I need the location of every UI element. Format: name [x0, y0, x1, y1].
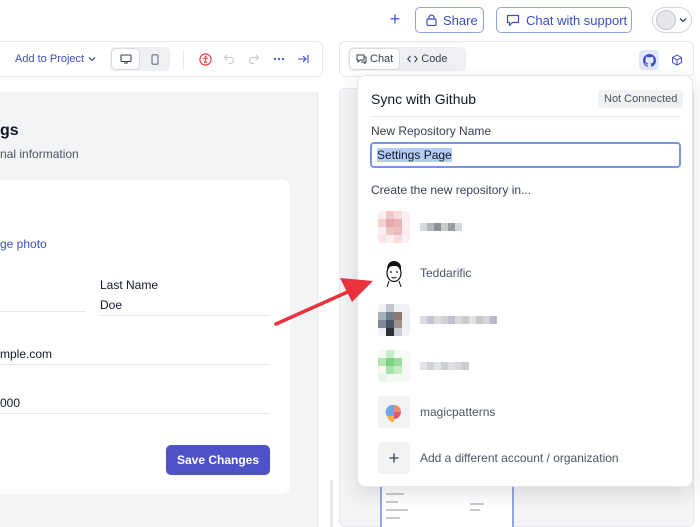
- account-avatar-redacted: [378, 211, 410, 243]
- repo-name-value: Settings Page: [377, 148, 452, 162]
- preview-thumbnail: [380, 487, 514, 527]
- editor-toolbar: Chat Code: [339, 41, 694, 77]
- account-option-redacted[interactable]: [378, 348, 678, 384]
- tab-code-label: Code: [421, 53, 448, 65]
- chat-with-support-button[interactable]: Chat with support: [496, 7, 632, 33]
- account-option-redacted[interactable]: [378, 302, 678, 338]
- chevron-down-icon: [88, 57, 96, 62]
- teddarific-avatar: [378, 257, 410, 289]
- mode-toggle: Chat Code: [348, 47, 466, 71]
- phone-value: 000: [0, 396, 21, 410]
- first-name-field[interactable]: [0, 290, 86, 312]
- user-menu-button[interactable]: [652, 7, 692, 33]
- plus-icon[interactable]: +: [386, 10, 404, 30]
- magicpatterns-logo: [378, 396, 410, 428]
- avatar: [656, 10, 676, 30]
- plus-icon: [378, 442, 410, 474]
- last-name-field[interactable]: Doe: [100, 294, 270, 316]
- add-account-button[interactable]: Add a different account / organization: [378, 440, 678, 476]
- email-value: mple.com: [0, 347, 53, 361]
- redacted-account-name: [420, 362, 469, 370]
- account-avatar-redacted: [378, 304, 410, 336]
- redacted-account-name: [420, 316, 497, 324]
- support-label: Chat with support: [526, 12, 628, 28]
- add-account-label: Add a different account / organization: [420, 451, 619, 465]
- save-changes-button[interactable]: Save Changes: [166, 445, 270, 475]
- change-photo-link[interactable]: ge photo: [0, 237, 47, 251]
- phone-field[interactable]: 000: [0, 392, 270, 414]
- tab-code[interactable]: Code: [401, 49, 453, 69]
- account-name: magicpatterns: [420, 405, 496, 419]
- mobile-view-button[interactable]: [141, 49, 168, 69]
- account-name: Teddarific: [420, 266, 472, 280]
- last-name-label: Last Name: [100, 278, 159, 292]
- chat-bubble-icon: [506, 14, 520, 26]
- lock-icon: [426, 14, 437, 26]
- divider: [371, 116, 681, 117]
- scrollbar[interactable]: [330, 480, 333, 527]
- tab-chat[interactable]: Chat: [350, 49, 400, 69]
- account-option-teddarific[interactable]: Teddarific: [378, 255, 678, 291]
- toolbar-divider: [183, 50, 184, 70]
- desktop-view-button[interactable]: [112, 49, 139, 69]
- add-to-project-dropdown[interactable]: Add to Project: [15, 53, 96, 65]
- device-toggle: [110, 47, 170, 71]
- github-sync-popover: Sync with Github Not Connected New Repos…: [357, 75, 693, 487]
- settings-heading: gs: [0, 122, 19, 139]
- popover-title: Sync with Github: [371, 91, 477, 107]
- phone-icon: [150, 53, 159, 65]
- last-name-value: Doe: [100, 298, 123, 312]
- cube-icon[interactable]: [667, 50, 687, 70]
- repo-name-input[interactable]: Settings Page: [370, 142, 681, 168]
- create-in-label: Create the new repository in...: [371, 183, 532, 197]
- undo-icon[interactable]: [221, 51, 237, 67]
- status-badge: Not Connected: [598, 90, 684, 108]
- preview-toolbar: Add to Project: [0, 41, 323, 77]
- accessibility-icon[interactable]: [197, 51, 213, 67]
- chevron-down-icon: [679, 18, 687, 23]
- collapse-panel-icon[interactable]: [295, 51, 311, 67]
- chat-icon: [356, 54, 367, 64]
- share-label: Share: [443, 12, 478, 28]
- top-header: + Share Chat with support: [0, 0, 700, 40]
- add-to-project-label: Add to Project: [15, 53, 85, 65]
- account-option-redacted[interactable]: [378, 209, 678, 245]
- tab-chat-label: Chat: [370, 53, 394, 65]
- github-icon[interactable]: [639, 50, 659, 70]
- code-icon: [407, 55, 419, 63]
- redacted-account-name: [420, 223, 462, 231]
- account-option-magicpatterns[interactable]: magicpatterns: [378, 394, 678, 430]
- email-field[interactable]: mple.com: [0, 343, 270, 365]
- repo-name-label: New Repository Name: [371, 124, 492, 138]
- more-options-icon[interactable]: [271, 51, 287, 67]
- settings-subtitle: nal information: [0, 147, 79, 161]
- redo-icon[interactable]: [246, 51, 262, 67]
- share-button[interactable]: Share: [415, 7, 484, 33]
- monitor-icon: [119, 54, 132, 64]
- account-avatar-redacted: [378, 350, 410, 382]
